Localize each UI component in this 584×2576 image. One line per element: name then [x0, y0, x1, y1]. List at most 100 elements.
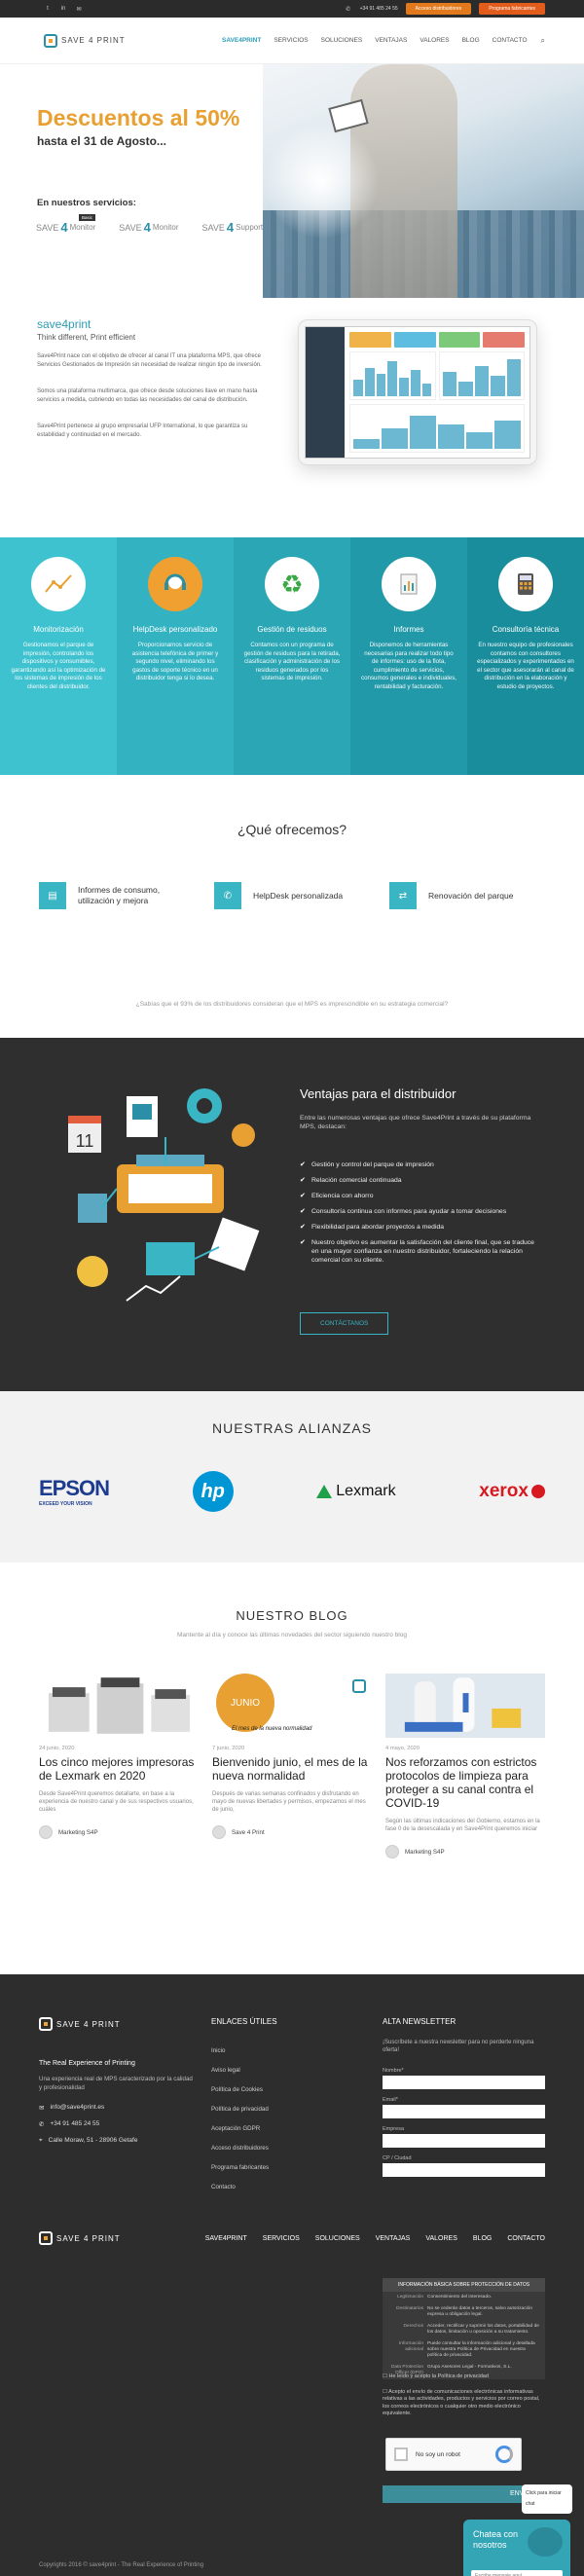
post-excerpt: Desde Save4Print queremos detallarte, en… — [39, 1791, 194, 1813]
footer-nav-item[interactable]: CONTACTO — [507, 2235, 545, 2242]
post-title[interactable]: Bienvenido junio, el mes de la nueva nor… — [212, 1755, 372, 1783]
blog-subtitle: Mantente al día y conoce las últimas nov… — [177, 1632, 407, 1638]
service-support[interactable]: SAVE 4 Support — [202, 220, 264, 235]
twitter-icon[interactable]: t — [44, 5, 52, 13]
hp-logo[interactable]: hp — [192, 1471, 234, 1512]
swap-icon: ⇄ — [389, 882, 417, 909]
linkedin-icon[interactable]: in — [59, 5, 67, 13]
logo-icon — [39, 2231, 53, 2245]
company-field[interactable] — [383, 2134, 545, 2148]
report-icon — [382, 557, 436, 611]
distributors-access-button[interactable]: Acceso distribuidores — [405, 3, 472, 15]
list-item: Gestión y control del parque de impresió… — [300, 1160, 543, 1169]
footer-link-privacidad[interactable]: Política de privacidad — [211, 2106, 367, 2113]
service-monitor[interactable]: SAVE 4 Monitor — [119, 220, 178, 235]
footer-nav-item[interactable]: VALORES — [425, 2235, 457, 2242]
phone-icon: ✆ — [346, 6, 351, 13]
post-date: 24 junio, 2020 — [39, 1746, 75, 1751]
svg-text:11: 11 — [76, 1131, 94, 1151]
footer-link-distribuidores[interactable]: Acceso distribuidores — [211, 2145, 367, 2152]
footer-nav-item[interactable]: SOLUCIONES — [315, 2235, 360, 2242]
post-title[interactable]: Nos reforzamos con estrictos protocolos … — [385, 1755, 545, 1810]
avatar — [39, 1825, 53, 1839]
city-field[interactable] — [383, 2163, 545, 2177]
email-field[interactable] — [383, 2105, 545, 2118]
footer-nav-item[interactable]: VENTAJAS — [376, 2235, 411, 2242]
nav-item-contacto[interactable]: CONTACTO — [493, 37, 528, 44]
privacy-checkbox[interactable]: ☐ He leído y acepto la Política de priva… — [383, 2374, 545, 2381]
contact-us-button[interactable]: CONTÁCTANOS — [300, 1312, 389, 1335]
topbar-phone[interactable]: +34 91 485 24 55 — [360, 6, 398, 12]
headset-icon — [148, 557, 202, 611]
mail-icon[interactable]: ✉ — [75, 5, 83, 13]
nav-item-blog[interactable]: BLOG — [462, 37, 480, 44]
lexmark-logo[interactable]: Lexmark — [316, 1483, 396, 1500]
post-author[interactable]: Save 4 Print — [232, 1829, 265, 1836]
mail-icon: ✉ — [39, 2105, 45, 2112]
footer-nav-item[interactable]: SAVE4PRINT — [205, 2235, 247, 2242]
chat-bubble-icon[interactable] — [528, 2527, 563, 2557]
epson-logo[interactable]: EPSON EXCEED YOUR VISION — [39, 1476, 110, 1507]
phone-icon: ✆ — [39, 2121, 45, 2128]
post-excerpt: Según las últimas indicaciones del Gobie… — [385, 1819, 540, 1832]
feature-consultoria: Consultoría técnica En nuestro equipo de… — [467, 537, 584, 775]
footer-link-inicio[interactable]: Inicio — [211, 2047, 367, 2054]
nav-item-servicios[interactable]: SERVICIOS — [274, 37, 308, 44]
chat-widget[interactable]: Click para iniciar chat Chatea con nosot… — [463, 2484, 572, 2576]
footer-nav-logo[interactable]: SAVE 4 PRINT — [39, 2231, 121, 2245]
footer-link-contacto[interactable]: Contacto — [211, 2184, 367, 2190]
search-icon[interactable]: ⌕ — [541, 36, 545, 46]
about-paragraph-2: Somos una plataforma multimarca, que ofr… — [37, 388, 258, 403]
logo[interactable]: SAVE 4 PRINT — [44, 33, 126, 48]
footer-phone[interactable]: ✆ +34 91 485 24 55 — [39, 2120, 195, 2128]
footer-link-aviso-legal[interactable]: Aviso legal — [211, 2067, 367, 2074]
footer-logo[interactable]: SAVE 4 PRINT — [39, 2017, 195, 2031]
captcha-checkbox[interactable] — [394, 2447, 408, 2461]
copyright: Copyrights 2016 © save4print - The Real … — [39, 2562, 204, 2568]
post-title[interactable]: Los cinco mejores impresoras de Lexmark … — [39, 1755, 199, 1783]
nav-item-soluciones[interactable]: SOLUCIONES — [321, 37, 363, 44]
blog-post[interactable]: JUNIO El mes de la nueva normalidad 7 ju… — [212, 1674, 372, 1858]
post-image[interactable] — [39, 1674, 199, 1738]
marketing-checkbox[interactable]: ☐ Acepto el envío de comunicaciones elec… — [383, 2389, 545, 2418]
blog-section: NUESTRO BLOG Mantente al día y conoce la… — [0, 1563, 584, 2041]
xerox-logo[interactable]: xerox — [479, 1481, 545, 1502]
advantages-title: Ventajas para el distribuidor — [300, 1086, 456, 1101]
recaptcha[interactable]: No soy un robot — [385, 2438, 522, 2471]
blog-post[interactable]: 4 mayo, 2020 Nos reforzamos con estricto… — [385, 1674, 545, 1858]
footer: SAVE 4 PRINT The Real Experience of Prin… — [0, 1974, 584, 2576]
advantages-list: Gestión y control del parque de impresió… — [300, 1160, 543, 1271]
about-tagline: Think different, Print efficient — [37, 333, 136, 342]
manufacturers-program-button[interactable]: Programa fabricantes — [479, 3, 545, 15]
footer-links-title: ENLACES ÚTILES — [211, 2017, 277, 2026]
advantages-intro: Entre las numerosas ventajas que ofrece … — [300, 1115, 531, 1130]
post-image[interactable]: JUNIO El mes de la nueva normalidad — [212, 1674, 372, 1738]
footer-email[interactable]: ✉ info@save4print.es — [39, 2104, 195, 2112]
name-field[interactable] — [383, 2076, 545, 2089]
top-bar: t in ✉ ✆ +34 91 485 24 55 Acceso distrib… — [0, 0, 584, 18]
footer-link-gdpr[interactable]: Aceptación GDPR — [211, 2125, 367, 2132]
chat-title: Chatea con nosotros — [473, 2529, 519, 2550]
hero-banner: Descuentos al 50% hasta el 31 de Agosto.… — [0, 64, 584, 298]
nav-item-save4print[interactable]: SAVE4PRINT — [222, 37, 261, 44]
chat-input[interactable] — [471, 2570, 563, 2576]
post-author[interactable]: Marketing S4P — [405, 1849, 445, 1856]
footer-nav-item[interactable]: BLOG — [473, 2235, 492, 2242]
nav-item-ventajas[interactable]: VENTAJAS — [375, 37, 407, 44]
footer-link-fabricantes[interactable]: Programa fabricantes — [211, 2164, 367, 2171]
partners-section: NUESTRAS ALIANZAS EPSON EXCEED YOUR VISIO… — [0, 1391, 584, 1563]
post-image[interactable] — [385, 1674, 545, 1738]
location-icon: ⌖ — [39, 2137, 43, 2144]
footer-nav-item[interactable]: SERVICIOS — [263, 2235, 300, 2242]
footer-link-cookies[interactable]: Política de Cookies — [211, 2086, 367, 2093]
send-button[interactable]: ENVIAR — [383, 2485, 545, 2503]
basic-badge: Basic — [79, 214, 96, 221]
hero-subtitle: hasta el 31 de Agosto... — [37, 134, 166, 148]
service-basic-monitor[interactable]: SAVE 4 Monitor Basic — [36, 214, 95, 235]
blog-post[interactable]: 24 junio, 2020 Los cinco mejores impreso… — [39, 1674, 199, 1858]
feature-informes: Informes Disponemos de herramientas nece… — [350, 537, 467, 775]
post-author[interactable]: Marketing S4P — [58, 1829, 98, 1836]
nav-item-valores[interactable]: VALORES — [420, 37, 449, 44]
nav-menu: SAVE4PRINT SERVICIOS SOLUCIONES VENTAJAS… — [222, 37, 528, 44]
features-section: Monitorización Gestionamos el parque de … — [0, 537, 584, 775]
